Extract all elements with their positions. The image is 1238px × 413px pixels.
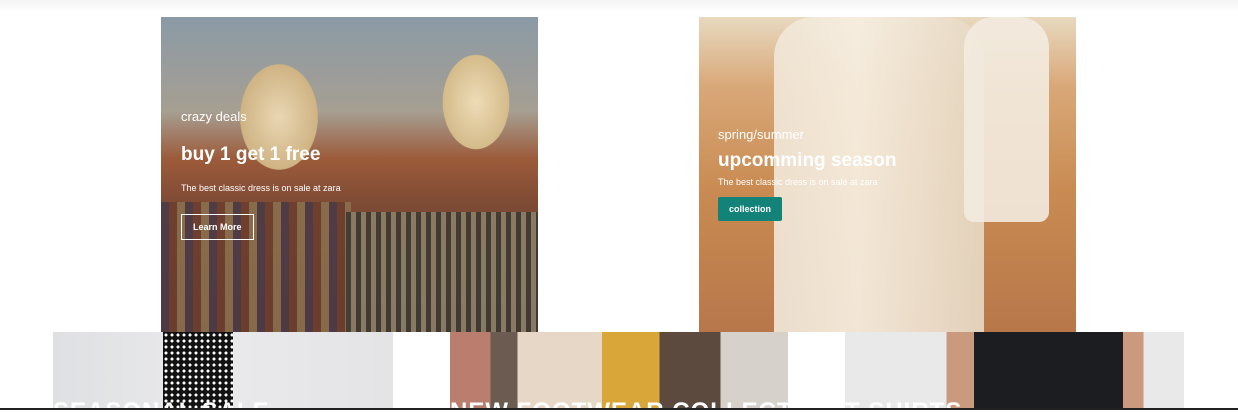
- banner-spring-summer[interactable]: spring/summer upcomming season The best …: [699, 17, 1076, 332]
- category-card-new-footwear[interactable]: NEW FOOTWEAR COLLECTION: [450, 332, 788, 410]
- banner-subtitle: The best classic dress is on sale at zar…: [718, 177, 878, 187]
- learn-more-button[interactable]: Learn More: [181, 214, 254, 240]
- banner-eyebrow: crazy deals: [181, 109, 247, 124]
- banner-headline: buy 1 get 1 free: [181, 144, 321, 165]
- collection-button[interactable]: collection: [718, 197, 782, 221]
- category-card-seasonal-sale[interactable]: SEASONAL SALE: [53, 332, 393, 410]
- banner-eyebrow: spring/summer: [718, 127, 804, 142]
- divider: [0, 408, 1238, 410]
- banner-headline: upcomming season: [718, 150, 897, 171]
- header-shadow: [0, 0, 1238, 12]
- banner-subtitle: The best classic dress is on sale at zar…: [181, 183, 341, 193]
- category-card-t-shirts[interactable]: T-SHIRTS: [845, 332, 1184, 410]
- banner-crazy-deals[interactable]: crazy deals buy 1 get 1 free The best cl…: [161, 17, 538, 332]
